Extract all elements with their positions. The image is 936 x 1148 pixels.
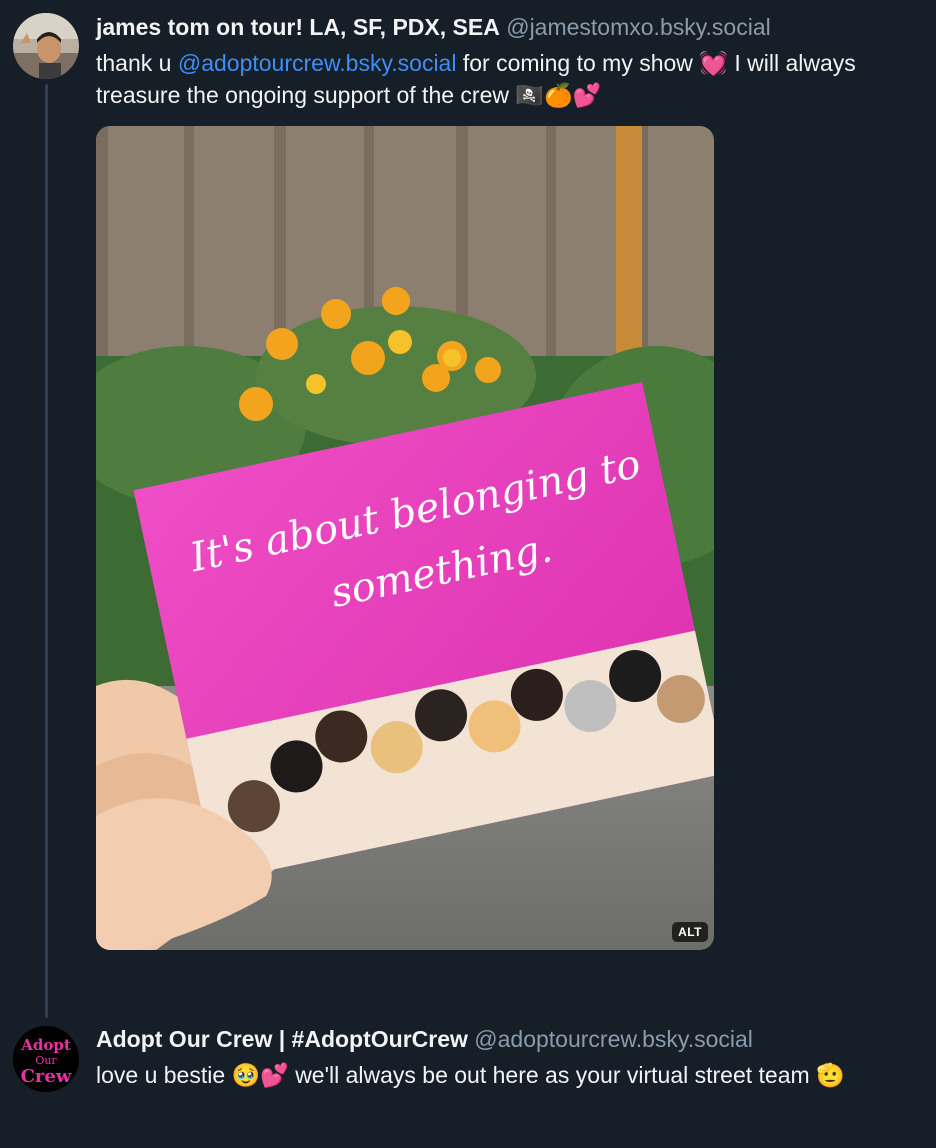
post-image[interactable]: It's about belonging to something. ALT xyxy=(96,126,714,950)
photo-card-in-garden: It's about belonging to something. xyxy=(96,126,714,950)
handle[interactable]: @jamestomxo.bsky.social xyxy=(506,14,771,40)
post-text-start: thank u xyxy=(96,50,178,76)
post-text: love u bestie 🥹💕 we'll always be out her… xyxy=(96,1062,845,1088)
post-james-tom[interactable]: james tom on tour! LA, SF, PDX, SEA @jam… xyxy=(0,0,936,1018)
alt-badge[interactable]: ALT xyxy=(672,922,708,942)
avatar-photo xyxy=(13,13,79,79)
mention-link[interactable]: @adoptourcrew.bsky.social xyxy=(178,50,457,76)
adopt-our-crew-logo: Adopt Our Crew xyxy=(13,1026,79,1092)
logo-word-adopt: Adopt xyxy=(20,1036,71,1054)
display-name[interactable]: james tom on tour! LA, SF, PDX, SEA xyxy=(96,14,500,40)
post-adopt-our-crew[interactable]: Adopt Our Crew Adopt Our Crew | #AdoptOu… xyxy=(0,1000,936,1148)
post-text: thank u @adoptourcrew.bsky.social for co… xyxy=(96,47,896,111)
handle[interactable]: @adoptourcrew.bsky.social xyxy=(474,1026,753,1052)
thread-connector xyxy=(45,84,48,1018)
post-header: james tom on tour! LA, SF, PDX, SEA @jam… xyxy=(96,12,771,42)
logo-word-crew: Crew xyxy=(21,1066,72,1087)
display-name[interactable]: Adopt Our Crew | #AdoptOurCrew xyxy=(96,1026,468,1052)
avatar-james-tom[interactable] xyxy=(13,13,79,79)
post-header: Adopt Our Crew | #AdoptOurCrew @adoptour… xyxy=(96,1024,753,1054)
avatar-adopt-our-crew[interactable]: Adopt Our Crew xyxy=(13,1026,79,1092)
